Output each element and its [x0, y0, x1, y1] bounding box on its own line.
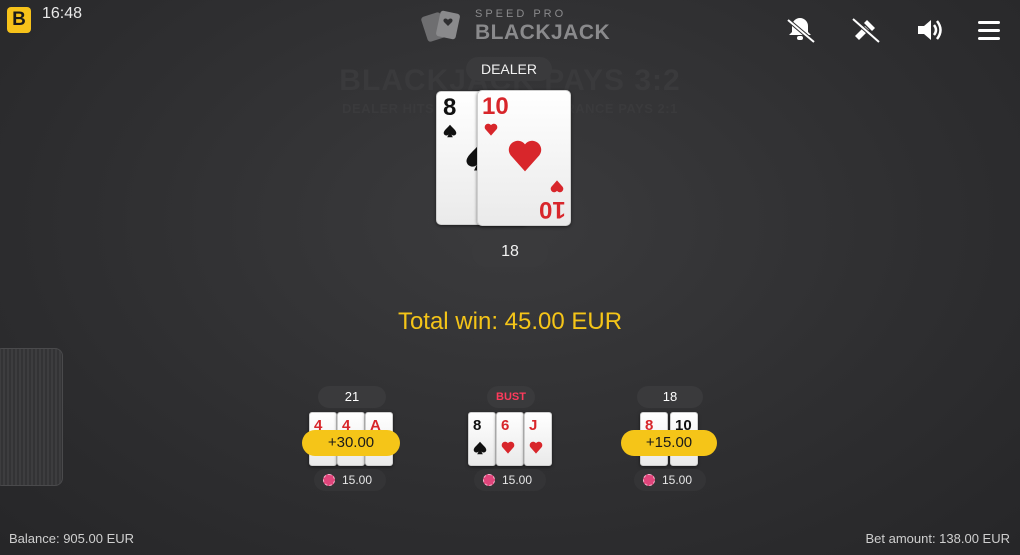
- player-card: 8: [468, 412, 496, 466]
- win-badge: +15.00: [621, 430, 717, 456]
- bet-amount-chip: 15.00: [634, 469, 706, 491]
- game-logo: SPEED PRO BLACKJACK: [420, 6, 610, 46]
- logo-subtitle: SPEED PRO: [475, 8, 567, 20]
- bet-value: 15.00: [342, 473, 373, 487]
- bet-value: 15.00: [502, 473, 533, 487]
- volume-icon[interactable]: [913, 14, 945, 46]
- heart-icon: [529, 441, 543, 454]
- cards-logo-icon: [421, 10, 460, 42]
- total-win-text: Total win: 45.00 EUR: [397, 308, 623, 335]
- dealer-label: DEALER: [466, 57, 552, 81]
- player-score: 21: [318, 386, 386, 408]
- bet-value: 15.00: [662, 473, 693, 487]
- clock: 16:48: [42, 5, 83, 22]
- card-rank: 10: [539, 196, 566, 223]
- card-rank: 8: [443, 94, 457, 121]
- heart-icon: [501, 441, 515, 454]
- card-shoe: [0, 348, 63, 486]
- chip-icon: [483, 474, 495, 486]
- chat-off-icon[interactable]: [784, 14, 816, 46]
- heart-icon: [550, 180, 564, 193]
- player-card: J: [524, 412, 552, 466]
- dealer-card-2: 10 10: [477, 90, 571, 226]
- heart-icon: [484, 123, 498, 136]
- video-off-icon[interactable]: [849, 14, 881, 46]
- player-card: 6: [496, 412, 524, 466]
- bet-amount-chip: 15.00: [474, 469, 546, 491]
- logo-title: BLACKJACK: [475, 21, 611, 44]
- balance-text: Balance: 905.00 EUR: [9, 531, 135, 546]
- spade-icon: [443, 124, 457, 138]
- card-rank: J: [529, 417, 538, 434]
- bet-amount-text: Bet amount: 138.00 EUR: [865, 531, 1010, 546]
- card-rank: 10: [482, 93, 509, 120]
- menu-icon[interactable]: [974, 14, 1006, 46]
- card-rank: 6: [501, 417, 510, 434]
- bet-amount-chip: 15.00: [314, 469, 386, 491]
- dealer-total: 18: [472, 237, 548, 267]
- heart-icon: [508, 140, 542, 172]
- brand-logo: B: [7, 7, 31, 33]
- chip-icon: [323, 474, 335, 486]
- card-rank: 8: [473, 417, 482, 434]
- bust-badge: BUST: [487, 386, 535, 408]
- player-score: 18: [637, 386, 703, 408]
- win-badge: +30.00: [302, 430, 400, 456]
- spade-icon: [473, 441, 487, 455]
- chip-icon: [643, 474, 655, 486]
